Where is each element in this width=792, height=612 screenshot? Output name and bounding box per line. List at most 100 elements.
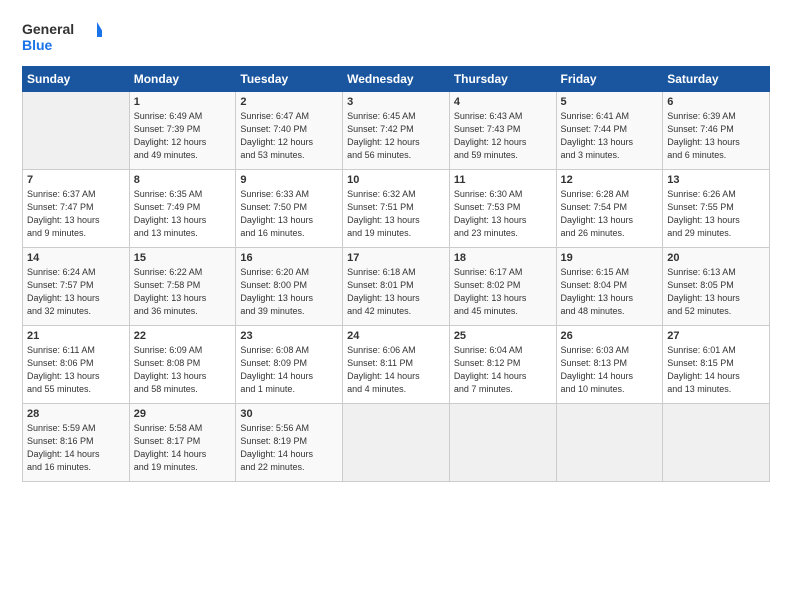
cell-5-7 [663, 404, 770, 482]
cell-text: Sunrise: 6:39 AM Sunset: 7:46 PM Dayligh… [667, 110, 765, 162]
cell-text: Sunrise: 6:06 AM Sunset: 8:11 PM Dayligh… [347, 344, 445, 396]
header-row: SundayMondayTuesdayWednesdayThursdayFrid… [23, 67, 770, 92]
cell-5-4 [343, 404, 450, 482]
cell-text: Sunrise: 6:41 AM Sunset: 7:44 PM Dayligh… [561, 110, 659, 162]
cell-text: Sunrise: 6:15 AM Sunset: 8:04 PM Dayligh… [561, 266, 659, 318]
cell-text: Sunrise: 5:59 AM Sunset: 8:16 PM Dayligh… [27, 422, 125, 474]
cell-5-5 [449, 404, 556, 482]
cell-text: Sunrise: 6:28 AM Sunset: 7:54 PM Dayligh… [561, 188, 659, 240]
cell-text: Sunrise: 6:20 AM Sunset: 8:00 PM Dayligh… [240, 266, 338, 318]
cell-3-5: 18Sunrise: 6:17 AM Sunset: 8:02 PM Dayli… [449, 248, 556, 326]
cell-3-1: 14 Sunrise: 6:24 AM Sunset: 7:57 PM Dayli… [23, 248, 130, 326]
cell-text: Sunrise: 6:08 AM Sunset: 8:09 PM Dayligh… [240, 344, 338, 396]
day-number: 5 [561, 96, 659, 108]
cell-text: Sunrise: 6:13 AM Sunset: 8:05 PM Dayligh… [667, 266, 765, 318]
cell-text: Sunrise: 6:22 AM Sunset: 7:58 PM Dayligh… [134, 266, 232, 318]
cell-3-4: 17Sunrise: 6:18 AM Sunset: 8:01 PM Dayli… [343, 248, 450, 326]
cell-text: Sunrise: 6:09 AM Sunset: 8:08 PM Dayligh… [134, 344, 232, 396]
cell-3-7: 20Sunrise: 6:13 AM Sunset: 8:05 PM Dayli… [663, 248, 770, 326]
day-number: 28 [27, 408, 125, 420]
week-row-2: 7 Sunrise: 6:37 AM Sunset: 7:47 PM Daylig… [23, 170, 770, 248]
cell-text: Sunrise: 6:37 AM Sunset: 7:47 PM Dayligh… [27, 188, 125, 240]
week-row-3: 14 Sunrise: 6:24 AM Sunset: 7:57 PM Dayli… [23, 248, 770, 326]
cell-text: Sunrise: 6:45 AM Sunset: 7:42 PM Dayligh… [347, 110, 445, 162]
cell-text: Sunrise: 6:43 AM Sunset: 7:43 PM Dayligh… [454, 110, 552, 162]
col-header-saturday: Saturday [663, 67, 770, 92]
day-number: 26 [561, 330, 659, 342]
day-number: 4 [454, 96, 552, 108]
day-number: 16 [240, 252, 338, 264]
cell-2-3: 9Sunrise: 6:33 AM Sunset: 7:50 PM Daylig… [236, 170, 343, 248]
cell-1-5: 4 Sunrise: 6:43 AM Sunset: 7:43 PM Daylig… [449, 92, 556, 170]
cell-1-4: 3 Sunrise: 6:45 AM Sunset: 7:42 PM Daylig… [343, 92, 450, 170]
cell-text: Sunrise: 6:11 AM Sunset: 8:06 PM Dayligh… [27, 344, 125, 396]
day-number: 7 [27, 174, 125, 186]
week-row-1: 1 Sunrise: 6:49 AM Sunset: 7:39 PM Daylig… [23, 92, 770, 170]
cell-text: Sunrise: 6:32 AM Sunset: 7:51 PM Dayligh… [347, 188, 445, 240]
cell-1-3: 2 Sunrise: 6:47 AM Sunset: 7:40 PM Daylig… [236, 92, 343, 170]
day-number: 27 [667, 330, 765, 342]
col-header-friday: Friday [556, 67, 663, 92]
day-number: 3 [347, 96, 445, 108]
svg-text:General: General [22, 21, 74, 37]
cell-text: Sunrise: 6:01 AM Sunset: 8:15 PM Dayligh… [667, 344, 765, 396]
cell-5-1: 28 Sunrise: 5:59 AM Sunset: 8:16 PM Dayli… [23, 404, 130, 482]
cell-2-2: 8 Sunrise: 6:35 AM Sunset: 7:49 PM Daylig… [129, 170, 236, 248]
week-row-5: 28 Sunrise: 5:59 AM Sunset: 8:16 PM Dayli… [23, 404, 770, 482]
cell-2-5: 11Sunrise: 6:30 AM Sunset: 7:53 PM Dayli… [449, 170, 556, 248]
cell-4-4: 24 Sunrise: 6:06 AM Sunset: 8:11 PM Dayli… [343, 326, 450, 404]
cell-5-2: 29 Sunrise: 5:58 AM Sunset: 8:17 PM Dayli… [129, 404, 236, 482]
cell-1-1 [23, 92, 130, 170]
cell-3-2: 15 Sunrise: 6:22 AM Sunset: 7:58 PM Dayli… [129, 248, 236, 326]
cell-text: Sunrise: 6:47 AM Sunset: 7:40 PM Dayligh… [240, 110, 338, 162]
day-number: 29 [134, 408, 232, 420]
day-number: 12 [561, 174, 659, 186]
cell-text: Sunrise: 6:26 AM Sunset: 7:55 PM Dayligh… [667, 188, 765, 240]
day-number: 14 [27, 252, 125, 264]
logo: General Blue [22, 18, 102, 56]
cell-text: Sunrise: 6:04 AM Sunset: 8:12 PM Dayligh… [454, 344, 552, 396]
cell-4-2: 22 Sunrise: 6:09 AM Sunset: 8:08 PM Dayli… [129, 326, 236, 404]
cell-text: Sunrise: 5:58 AM Sunset: 8:17 PM Dayligh… [134, 422, 232, 474]
cell-text: Sunrise: 6:24 AM Sunset: 7:57 PM Dayligh… [27, 266, 125, 318]
cell-1-2: 1 Sunrise: 6:49 AM Sunset: 7:39 PM Daylig… [129, 92, 236, 170]
cell-5-3: 30Sunrise: 5:56 AM Sunset: 8:19 PM Dayli… [236, 404, 343, 482]
cell-2-7: 13 Sunrise: 6:26 AM Sunset: 7:55 PM Dayli… [663, 170, 770, 248]
day-number: 1 [134, 96, 232, 108]
col-header-tuesday: Tuesday [236, 67, 343, 92]
day-number: 22 [134, 330, 232, 342]
day-number: 6 [667, 96, 765, 108]
cell-4-6: 26 Sunrise: 6:03 AM Sunset: 8:13 PM Dayli… [556, 326, 663, 404]
cell-3-3: 16 Sunrise: 6:20 AM Sunset: 8:00 PM Dayli… [236, 248, 343, 326]
week-row-4: 21 Sunrise: 6:11 AM Sunset: 8:06 PM Dayli… [23, 326, 770, 404]
cell-5-6 [556, 404, 663, 482]
cell-text: Sunrise: 6:03 AM Sunset: 8:13 PM Dayligh… [561, 344, 659, 396]
cell-4-5: 25 Sunrise: 6:04 AM Sunset: 8:12 PM Dayli… [449, 326, 556, 404]
logo-icon: General Blue [22, 18, 102, 56]
calendar-table: SundayMondayTuesdayWednesdayThursdayFrid… [22, 66, 770, 482]
day-number: 15 [134, 252, 232, 264]
day-number: 21 [27, 330, 125, 342]
cell-1-7: 6 Sunrise: 6:39 AM Sunset: 7:46 PM Daylig… [663, 92, 770, 170]
cell-text: Sunrise: 6:35 AM Sunset: 7:49 PM Dayligh… [134, 188, 232, 240]
header: General Blue [22, 18, 770, 56]
cell-text: Sunrise: 5:56 AM Sunset: 8:19 PM Dayligh… [240, 422, 338, 474]
col-header-wednesday: Wednesday [343, 67, 450, 92]
day-number: 17 [347, 252, 445, 264]
day-number: 24 [347, 330, 445, 342]
cell-text: Sunrise: 6:49 AM Sunset: 7:39 PM Dayligh… [134, 110, 232, 162]
cell-text: Sunrise: 6:30 AM Sunset: 7:53 PM Dayligh… [454, 188, 552, 240]
cell-2-1: 7 Sunrise: 6:37 AM Sunset: 7:47 PM Daylig… [23, 170, 130, 248]
day-number: 9 [240, 174, 338, 186]
cell-4-7: 27 Sunrise: 6:01 AM Sunset: 8:15 PM Dayli… [663, 326, 770, 404]
day-number: 23 [240, 330, 338, 342]
day-number: 13 [667, 174, 765, 186]
day-number: 25 [454, 330, 552, 342]
day-number: 10 [347, 174, 445, 186]
day-number: 2 [240, 96, 338, 108]
day-number: 8 [134, 174, 232, 186]
page: General Blue SundayMondayTuesdayWednesda… [0, 0, 792, 612]
cell-2-6: 12 Sunrise: 6:28 AM Sunset: 7:54 PM Dayli… [556, 170, 663, 248]
svg-text:Blue: Blue [22, 37, 53, 53]
day-number: 18 [454, 252, 552, 264]
